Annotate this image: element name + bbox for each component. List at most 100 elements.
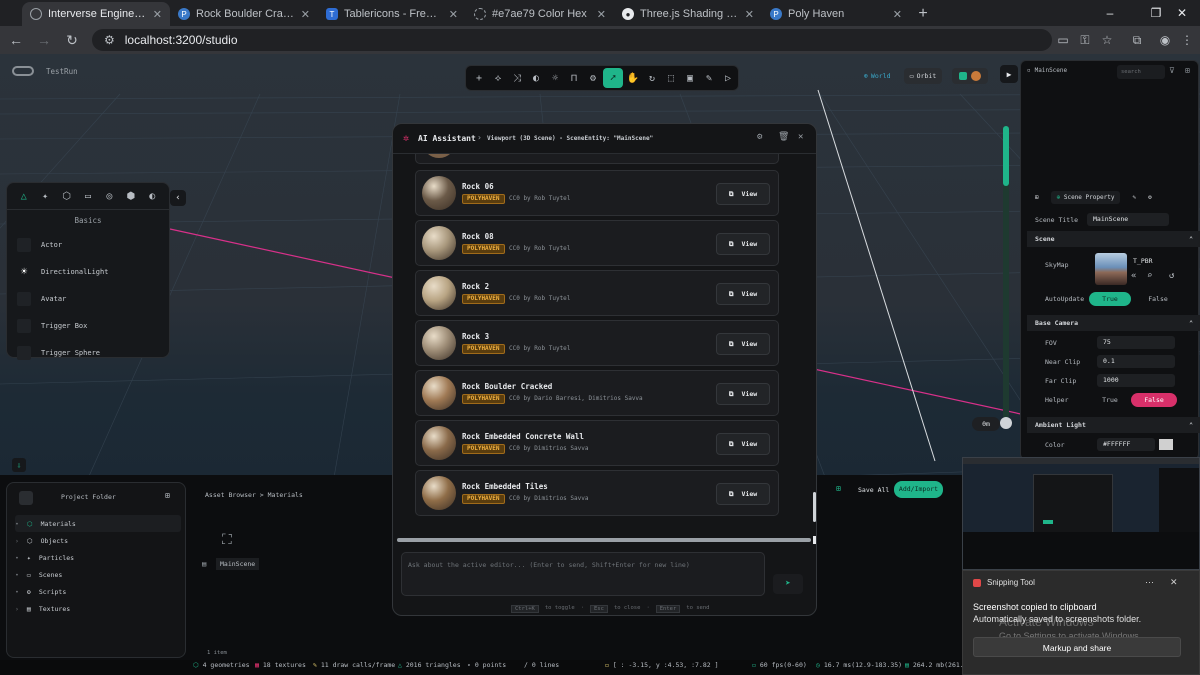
tab-color-hex[interactable]: #e7ae79 Color Hex ✕	[466, 2, 614, 26]
camera-tab-icon[interactable]: ▭	[79, 187, 96, 205]
world-toggle[interactable]: ⊕ World	[864, 72, 891, 80]
asset-card[interactable]: Rock 3 POLYHAVEN CC0 by Rob Tuytel ⧉ View	[415, 320, 779, 366]
edit-tab-icon[interactable]: ✎	[1132, 194, 1136, 201]
asset-card[interactable]: Rock Embedded Concrete Wall POLYHAVEN CC…	[415, 420, 779, 466]
folder-scripts[interactable]: • ⚙ Scripts	[15, 583, 181, 600]
close-tab-icon[interactable]: ✕	[449, 8, 458, 21]
tab-tablericons[interactable]: T Tablericons - Free SVG Icons✕	[318, 2, 466, 26]
folder-objects[interactable]: › ⬡ Objects	[15, 532, 181, 549]
folder-materials[interactable]: • ⬡ Materials	[15, 515, 181, 532]
search-icon[interactable]: ⌕	[1147, 271, 1152, 281]
light-tab-icon[interactable]: ◐	[144, 187, 161, 205]
markup-share-button[interactable]: Markup and share	[973, 637, 1181, 657]
back-icon[interactable]: ←	[4, 28, 28, 52]
model-tab-icon[interactable]: ⬢	[122, 187, 139, 205]
asset-card[interactable]: Rock 06 POLYHAVEN CC0 by Rob Tuytel ⧉ Vie…	[415, 170, 779, 216]
scene-section-header[interactable]: Scene ⌃	[1027, 231, 1200, 247]
prev-icon[interactable]: «	[1131, 271, 1136, 281]
item-actor[interactable]: Actor	[7, 231, 169, 258]
color-field[interactable]: #FFFFFF	[1097, 438, 1155, 451]
more-options-icon[interactable]: ⋯	[1145, 577, 1154, 588]
trash-icon[interactable]: 🗑	[778, 132, 789, 142]
reload-icon[interactable]: ↻	[60, 28, 84, 52]
tab-interverse[interactable]: Interverse Engine : TestRun✕	[22, 2, 170, 26]
scene-title-field[interactable]: MainScene	[1087, 213, 1169, 226]
add-import-button[interactable]: Add/Import	[894, 481, 943, 498]
snipping-toast[interactable]: Snipping Tool ⋯ ✕ Screenshot copied to c…	[962, 570, 1200, 675]
far-clip-field[interactable]: 1000	[1097, 374, 1175, 387]
password-key-icon[interactable]: ⚿	[1074, 29, 1096, 51]
close-tab-icon[interactable]: ✕	[597, 8, 606, 21]
horizontal-scrollbar[interactable]	[397, 538, 811, 542]
helper-false[interactable]: False	[1131, 393, 1177, 407]
rotate-icon[interactable]: ↻	[643, 69, 661, 87]
fov-field[interactable]: 75	[1097, 336, 1175, 349]
minimize-button[interactable]: –	[1092, 0, 1128, 26]
asset-item-mainscene[interactable]: ⛶ ▤ MainScene	[200, 532, 260, 572]
folder-scenes[interactable]: • ▭ Scenes	[15, 566, 181, 583]
hand-icon[interactable]: ✋	[624, 69, 642, 87]
item-avatar[interactable]: Avatar	[7, 285, 169, 312]
view-button[interactable]: ⧉ View	[716, 483, 770, 505]
bookmark-star-icon[interactable]: ☆	[1096, 29, 1118, 51]
helper-true[interactable]: True	[1089, 393, 1131, 407]
basics-tab-icon[interactable]: △	[15, 187, 32, 205]
asset-list[interactable]: Rock 06 POLYHAVEN CC0 by Rob Tuytel ⧉ Vie…	[393, 154, 816, 524]
light-icon[interactable]: ◐	[527, 69, 545, 87]
search-input[interactable]: search	[1117, 65, 1165, 79]
collapse-left-button[interactable]: ‹	[170, 190, 186, 206]
materials-tab-icon[interactable]: ◎	[101, 187, 118, 205]
tab-polyhaven[interactable]: P Poly Haven ✕	[762, 2, 910, 26]
settings-icon[interactable]: ⚙	[584, 69, 602, 87]
add-entity-icon[interactable]: ⊞	[1185, 66, 1190, 75]
close-toast-icon[interactable]: ✕	[1170, 577, 1178, 588]
play-sidebar-button[interactable]: ▶	[1000, 65, 1018, 83]
color-swatch[interactable]	[1159, 439, 1173, 450]
view-button[interactable]: ⧉ View	[716, 233, 770, 255]
select-cursor-icon[interactable]: ➚	[603, 68, 623, 88]
menu-icon[interactable]: ⋮	[1176, 29, 1198, 51]
view-button[interactable]: ⧉ View	[716, 383, 770, 405]
bulb-icon[interactable]: ☼	[546, 69, 564, 87]
orbit-button[interactable]: ▭ Orbit	[904, 68, 942, 84]
close-icon[interactable]: ✕	[798, 132, 803, 142]
new-tab-button[interactable]: +	[910, 2, 936, 26]
extensions-icon[interactable]: ⧉	[1126, 29, 1148, 51]
paint-icon[interactable]: ✎	[700, 69, 718, 87]
lock-icon[interactable]: ⊓	[565, 69, 583, 87]
profile-icon[interactable]: ◉	[1154, 29, 1176, 51]
screenshot-preview[interactable]	[962, 457, 1200, 570]
folder-textures[interactable]: › ▤ Textures	[15, 600, 181, 617]
objects-tab-icon[interactable]: ⬡	[58, 187, 75, 205]
group-icon[interactable]: ▣	[681, 69, 699, 87]
view-button[interactable]: ⧉ View	[716, 183, 770, 205]
asset-card[interactable]: Rock 2 POLYHAVEN CC0 by Rob Tuytel ⧉ View	[415, 270, 779, 316]
view-toggle[interactable]	[952, 68, 988, 84]
close-tab-icon[interactable]: ✕	[893, 8, 902, 21]
filter-icon[interactable]: ⊽	[1169, 66, 1175, 75]
play-icon[interactable]: ▷	[719, 69, 737, 87]
view-button[interactable]: ⧉ View	[716, 283, 770, 305]
forward-icon[interactable]: →	[32, 28, 56, 52]
scene-graph-icon[interactable]: ⟡	[489, 69, 507, 87]
chat-input[interactable]: Ask about the active editor... (Enter to…	[401, 552, 765, 596]
view-button[interactable]: ⧉ View	[716, 433, 770, 455]
tab-scene-property[interactable]: ⊕ Scene Property	[1050, 191, 1121, 204]
close-window-button[interactable]: ✕	[1164, 0, 1200, 26]
item-trigger-box[interactable]: Trigger Box	[7, 312, 169, 339]
vertical-slider[interactable]	[1003, 126, 1009, 418]
site-info-icon[interactable]: ⚙	[104, 33, 115, 47]
settings-tab-icon[interactable]: ⚙	[1148, 194, 1152, 201]
new-folder-icon[interactable]: ⊞	[165, 491, 170, 500]
asset-card[interactable]: Rock 08 POLYHAVEN CC0 by Rob Tuytel ⧉ Vie…	[415, 220, 779, 266]
vertical-scrollbar[interactable]	[813, 492, 816, 522]
skymap-thumbnail[interactable]	[1095, 253, 1127, 285]
url-field[interactable]: ⚙ localhost:3200/studio	[92, 29, 1052, 51]
folder-particles[interactable]: • ✦ Particles	[15, 549, 181, 566]
ambient-section-header[interactable]: Ambient Light ⌃	[1027, 417, 1200, 433]
camera-section-header[interactable]: Base Camera ⌃	[1027, 315, 1200, 331]
settings-icon[interactable]: ⚙	[757, 132, 762, 142]
scale-icon[interactable]: ⬚	[662, 69, 680, 87]
bottom-panel-toggle[interactable]: ⇩	[12, 458, 26, 472]
autoupdate-false[interactable]: False	[1137, 292, 1179, 306]
